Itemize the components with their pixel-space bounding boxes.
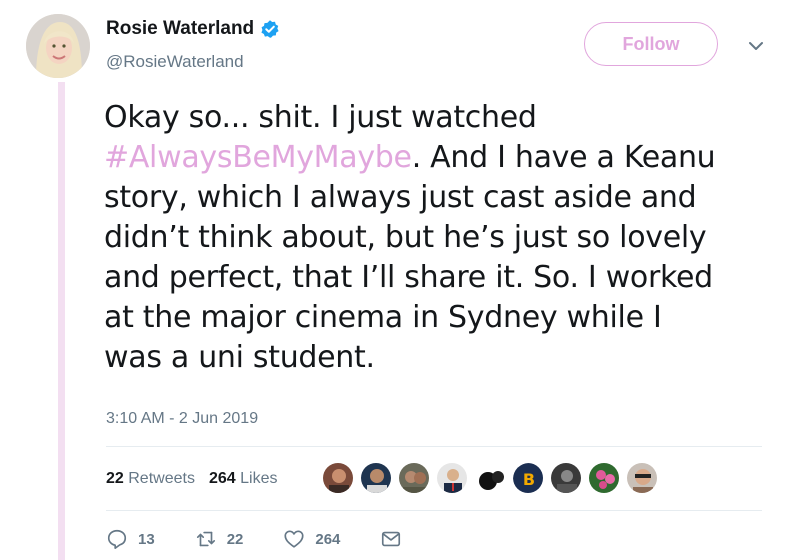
liker-avatar[interactable] [626,462,658,494]
author-handle[interactable]: @RosieWaterland [106,52,244,72]
like-button[interactable]: 264 [283,528,340,550]
tweet-line-text: . And I have a Keanu [411,140,716,175]
retweets-label: Retweets [128,470,195,487]
like-count: 264 [315,530,341,548]
message-button[interactable] [380,528,412,550]
heart-icon [284,530,304,548]
follow-button[interactable]: Follow [584,22,718,66]
liker-avatar[interactable] [322,462,354,494]
tweet-line: was a uni student. [104,340,375,375]
message-icon [382,531,401,547]
retweet-count: 22 [226,530,244,548]
tweet-line: Okay so... shit. I just watched [104,100,537,135]
likes-label: Likes [240,470,278,487]
liker-avatar[interactable] [436,462,468,494]
tweet-line: story, which I always just cast aside an… [104,180,697,215]
retweet-button[interactable]: 22 [195,528,244,550]
svg-text:B: B [523,470,535,489]
engagement-stats: 22 Retweets 264 Likes [106,470,291,488]
hashtag-link[interactable]: #AlwaysBeMyMaybe [104,140,412,175]
chevron-down-icon[interactable] [748,40,764,52]
tweet-timestamp[interactable]: 3:10 AM - 2 Jun 2019 [106,410,258,428]
tweet-actions: 13 22 264 [106,528,452,550]
divider [106,446,762,447]
author-name[interactable]: Rosie Waterland [106,18,254,40]
tweet-line: #AlwaysBeMyMaybe. And I have a Keanu [104,138,784,178]
liker-avatar[interactable] [360,462,392,494]
tweet-text: Okay so... shit. I just watched #AlwaysB… [104,98,784,378]
retweet-icon [196,531,215,547]
liker-avatar[interactable] [398,462,430,494]
liker-avatars: B [322,462,664,494]
reply-count: 13 [138,530,155,548]
likes-count: 264 [208,470,236,487]
avatar[interactable] [26,14,90,78]
liker-avatar[interactable]: B [512,462,544,494]
thread-line [58,82,65,560]
author-name-row: Rosie Waterland [106,18,280,40]
reply-button[interactable]: 13 [106,528,155,550]
liker-avatar[interactable] [550,462,582,494]
retweets-count: 22 [106,470,124,487]
retweets-stat[interactable]: 22 Retweets [106,470,195,488]
tweet-line: at the major cinema in Sydney while I [104,300,662,335]
reply-icon [107,529,127,549]
liker-avatar[interactable] [474,462,506,494]
tweet-line: and perfect, that I’ll share it. So. I w… [104,260,713,295]
divider [106,510,762,511]
likes-stat[interactable]: 264 Likes [209,470,278,488]
tweet-line: didn’t think about, but he’s just so lov… [104,220,707,255]
liker-avatar[interactable] [588,462,620,494]
verified-icon [261,20,279,38]
avatar-image [26,14,90,78]
